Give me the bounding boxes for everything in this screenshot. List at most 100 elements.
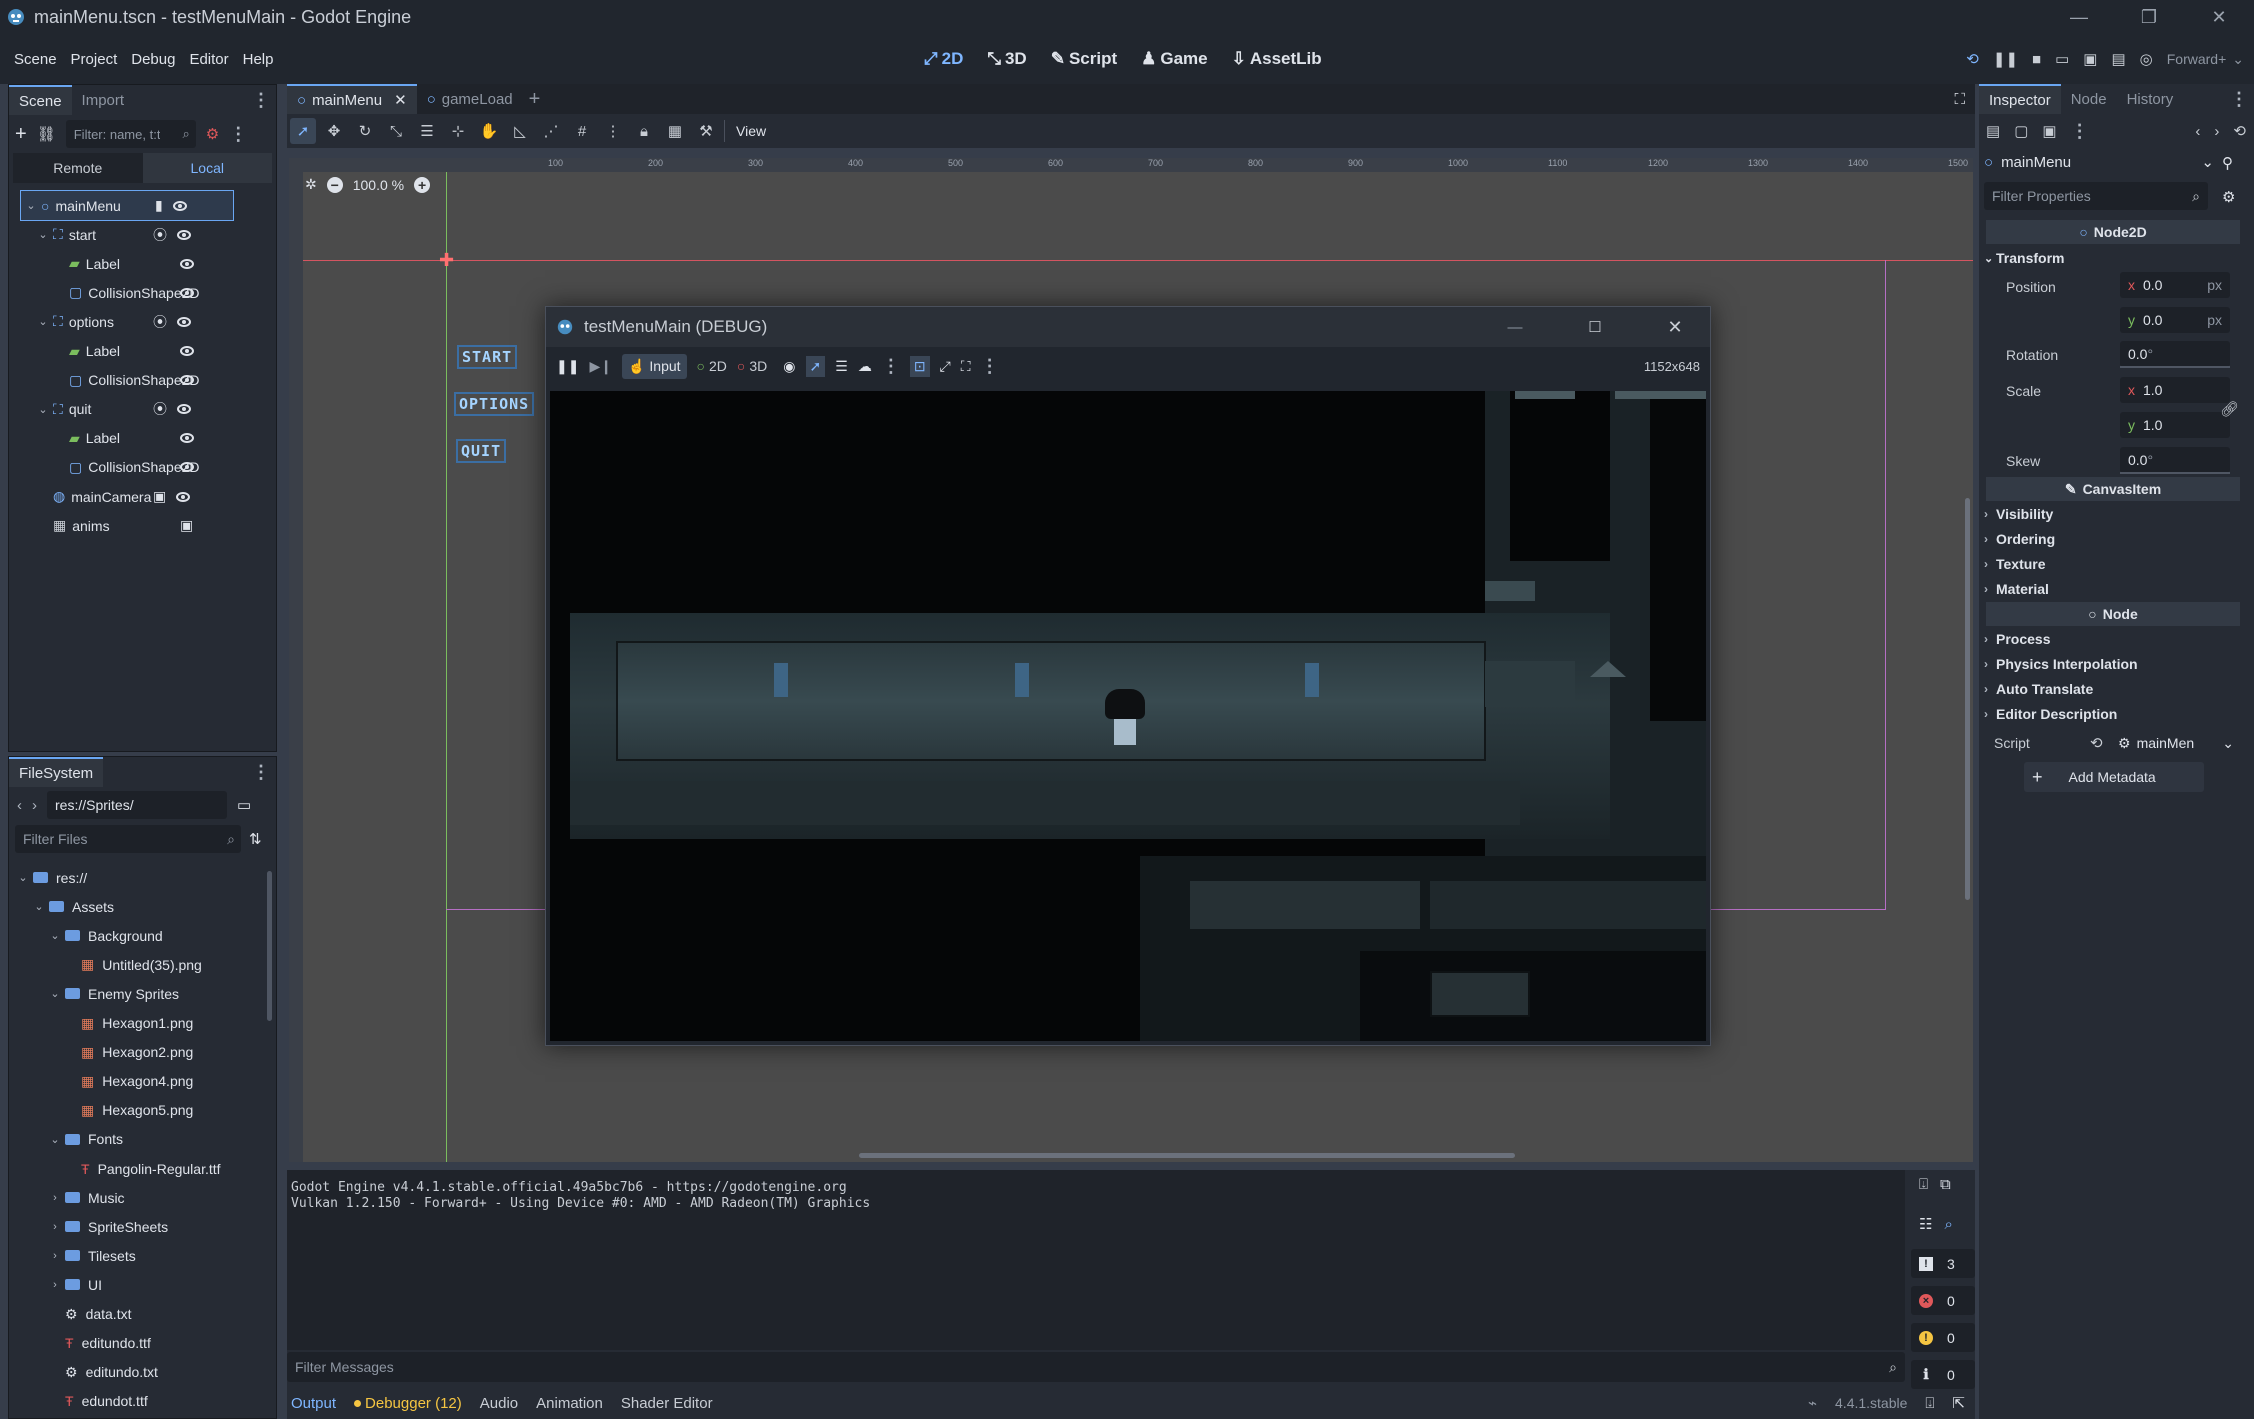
scene-tree-node[interactable]: ▢ CollisionShape2D (9, 278, 276, 307)
tab-debugger[interactable]: Debugger (12) (354, 1395, 462, 1412)
grid-snap-icon[interactable]: # (569, 118, 595, 144)
info-count-toggle[interactable]: ℹ0 (1911, 1360, 1975, 1389)
anim-lock-icon[interactable]: ▣ (180, 517, 193, 534)
visibility-eye-icon[interactable] (180, 462, 194, 473)
position-y-field[interactable]: y 0.0 px (2120, 307, 2230, 333)
file-tree-item[interactable]: Ŧ Pangolin-Regular.ttf (9, 1154, 269, 1183)
pin-icon[interactable]: ⍗ (1925, 1395, 1934, 1412)
visibility-eye-icon[interactable] (180, 433, 194, 444)
filter-settings-icon[interactable]: ⚙ (2222, 188, 2235, 206)
file-tree-item[interactable]: › Music (9, 1183, 269, 1212)
list-select-icon[interactable]: ☰ (414, 118, 440, 144)
skeleton-icon[interactable]: ⚒ (693, 118, 719, 144)
scale-mode-icon[interactable]: ⤡ (383, 118, 409, 144)
file-tree-item[interactable]: › UI (9, 1270, 269, 1299)
menu-project[interactable]: Project (64, 51, 125, 68)
chevron-down-icon[interactable]: ⌄ (49, 1133, 61, 1146)
expand-panel-icon[interactable]: ⇱ (1952, 1394, 1965, 1412)
input-toggle[interactable]: ☝ Input (621, 353, 687, 379)
visibility-eye-icon[interactable] (177, 404, 191, 415)
tab-animation[interactable]: Animation (536, 1395, 603, 1412)
scale-x-field[interactable]: x 1.0 (2120, 377, 2230, 403)
signal-icon[interactable]: ⦿ (153, 312, 167, 332)
back-icon[interactable]: ‹ (2195, 123, 2200, 140)
tab-import[interactable]: Import (72, 85, 135, 115)
scene-tree-node[interactable]: ▢ CollisionShape2D (9, 366, 276, 395)
horizontal-scrollbar[interactable] (859, 1153, 1515, 1158)
visibility-icon[interactable]: ◉ (783, 358, 795, 375)
reload-icon[interactable]: ⟲ (1966, 50, 1979, 68)
menu-debug[interactable]: Debug (124, 51, 182, 68)
menu-help[interactable]: Help (236, 51, 281, 68)
center-view-icon[interactable]: ✲ (305, 176, 317, 193)
ruler-mode-icon[interactable]: ◺ (507, 118, 533, 144)
tab-history[interactable]: History (2117, 84, 2184, 114)
file-tree-item[interactable]: ▦ Hexagon2.png (9, 1038, 269, 1067)
object-tools-icon[interactable]: ⚲ (2222, 154, 2233, 172)
chevron-right-icon[interactable]: › (49, 1250, 61, 1262)
scene-tree-node[interactable]: ▦ anims ▣ (9, 511, 276, 540)
minimize-button[interactable]: — (2044, 0, 2114, 34)
close-icon[interactable]: ✕ (1640, 317, 1710, 338)
next-frame-icon[interactable]: ▶❙ (589, 358, 612, 375)
start-button[interactable]: START (457, 345, 518, 369)
menu-scene[interactable]: Scene (7, 51, 64, 68)
visibility-eye-icon[interactable] (180, 346, 194, 356)
section-process[interactable]: › Process (1984, 627, 2240, 651)
file-tree-item[interactable]: ⌄ Fonts (9, 1125, 269, 1154)
visibility-eye-icon[interactable] (180, 258, 194, 269)
tab-node[interactable]: Node (2061, 84, 2117, 114)
rotation-field[interactable]: 0.0 ° (2120, 341, 2230, 367)
new-resource-icon[interactable]: ▤ (1986, 122, 2000, 140)
section-transform[interactable]: ⌄ Transform (1984, 246, 2240, 270)
forward-icon[interactable]: › (2214, 123, 2219, 140)
script-icon[interactable]: ▮ (155, 197, 163, 214)
file-tree-item[interactable]: › SpriteSheets (9, 1212, 269, 1241)
path-field[interactable]: res://Sprites/ (47, 791, 227, 819)
local-tab[interactable]: Local (142, 153, 272, 183)
file-tree-item[interactable]: ▦ Hexagon5.png (9, 1096, 269, 1125)
visibility-eye-icon[interactable] (172, 200, 187, 211)
history-icon[interactable]: ⟲ (2233, 122, 2246, 140)
scene-filter-input[interactable]: Filter: name, t:t ⌕ (65, 120, 196, 148)
signal-icon[interactable]: ⦿ (153, 399, 167, 419)
minimize-icon[interactable]: — (1480, 319, 1550, 336)
back-icon[interactable]: ‹ (17, 797, 22, 814)
file-tree-item[interactable]: ⌄ res:// (9, 863, 269, 892)
select-icon[interactable]: ➚ (805, 355, 826, 377)
visibility-eye-icon[interactable] (180, 375, 194, 386)
mode-2d-toggle[interactable]: ○ 2D (697, 358, 727, 374)
distraction-free-icon[interactable]: ⛶ (1954, 91, 1965, 108)
tab-shader-editor[interactable]: Shader Editor (621, 1395, 713, 1412)
scene-tree-node[interactable]: ⌄ ○ mainMenu ▮ (20, 190, 234, 221)
visibility-eye-icon[interactable] (176, 491, 191, 502)
warning-count-toggle[interactable]: ! 0 (1911, 1323, 1975, 1352)
file-tree-item[interactable]: ⌄ Assets (9, 892, 269, 921)
dock-menu-icon[interactable]: ⋮ (2230, 89, 2248, 110)
main-screen-game[interactable]: ♟ Game (1133, 45, 1216, 73)
movie-maker-icon[interactable]: ◎ (2140, 50, 2153, 68)
file-tree-item[interactable]: ⚙ data.txt (9, 1300, 269, 1329)
add-tab-icon[interactable]: + (529, 88, 541, 111)
sort-icon[interactable]: ⇅ (249, 830, 262, 848)
visibility-eye-icon[interactable] (177, 229, 191, 240)
run-custom-scene-icon[interactable]: ▤ (2111, 50, 2125, 68)
game-screen[interactable] (550, 391, 1706, 1041)
scene-tree-node[interactable]: ⌄ ⛶ start ⦿ (9, 220, 276, 249)
section-material[interactable]: › Material (1984, 577, 2240, 601)
expand-arrow-icon[interactable]: ⌄ (37, 403, 49, 416)
link-icon[interactable]: ⛓ (37, 125, 56, 143)
clear-output-icon[interactable]: ⍗ (1919, 1176, 1928, 1193)
remote-tab[interactable]: Remote (13, 160, 143, 176)
section-editor-description[interactable]: › Editor Description (1984, 702, 2240, 726)
visibility-eye-icon[interactable] (177, 316, 191, 327)
camera-current-icon[interactable]: ▣ (153, 488, 166, 505)
skew-slider-icon[interactable] (2120, 472, 2230, 474)
tab-scene[interactable]: Scene (9, 85, 72, 115)
scene-tree-node[interactable]: ▰ Label (9, 249, 276, 278)
tab-output[interactable]: Output (291, 1395, 336, 1412)
file-scrollbar[interactable] (267, 871, 272, 1021)
chevron-right-icon[interactable]: › (49, 1221, 61, 1233)
group-icon[interactable]: ▦ (662, 118, 688, 144)
more-icon[interactable]: ⋮ (882, 356, 900, 377)
